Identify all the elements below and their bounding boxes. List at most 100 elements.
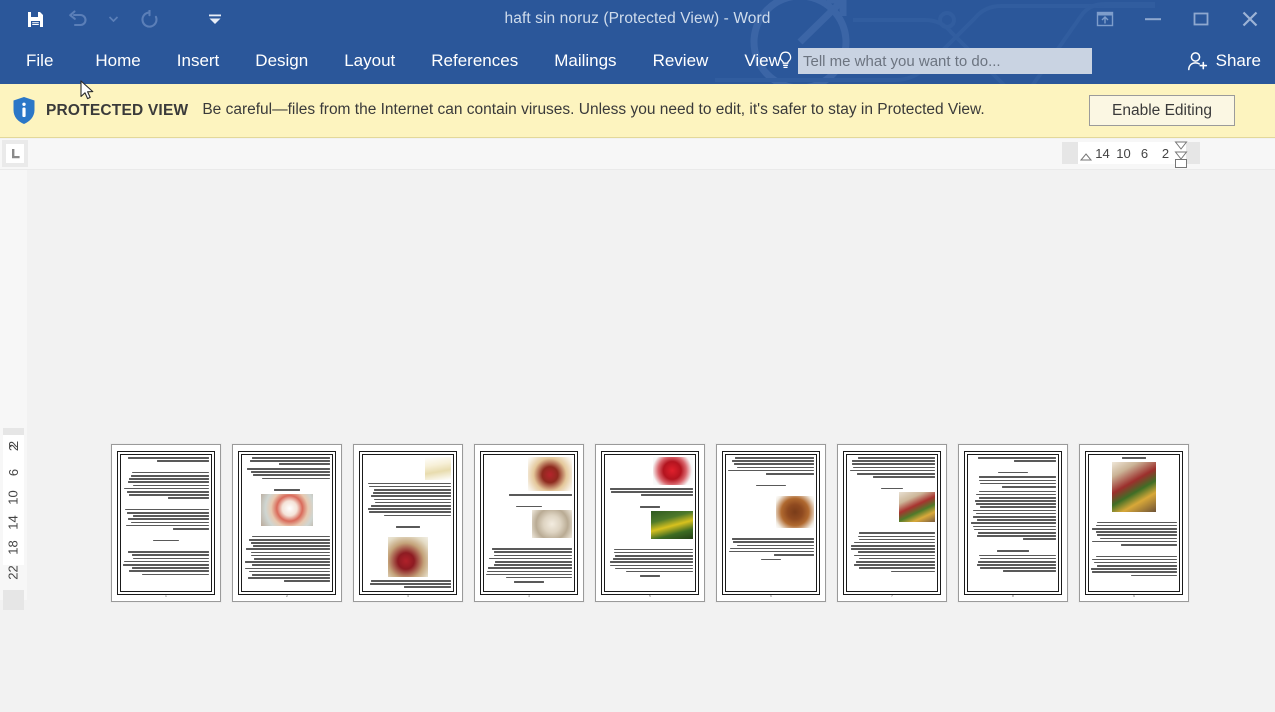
text-line <box>1091 558 1177 561</box>
text-paragraph <box>728 538 814 556</box>
text-paragraph <box>970 457 1056 462</box>
haft-sin-table-photo <box>899 492 935 523</box>
text-line <box>373 489 451 491</box>
text-paragraph <box>849 457 935 478</box>
tab-stop-selector-button[interactable] <box>2 140 28 167</box>
page-thumbnail[interactable]: 9 <box>1079 444 1189 602</box>
left-indent-marker[interactable] <box>1078 141 1094 167</box>
text-line <box>1022 538 1056 540</box>
text-line <box>978 560 1056 563</box>
first-line-indent-marker[interactable] <box>1172 140 1190 169</box>
horizontal-ruler[interactable]: 14 10 6 2 <box>0 139 1275 170</box>
share-button[interactable]: Share <box>1177 38 1275 84</box>
text-line <box>613 548 693 551</box>
text-line <box>487 570 572 573</box>
page-thumbnail[interactable]: 4 <box>474 444 584 602</box>
text-line <box>1091 527 1177 530</box>
tab-home[interactable]: Home <box>77 38 158 84</box>
text-line <box>737 466 814 469</box>
page-thumbnail[interactable]: 6 <box>716 444 826 602</box>
text-paragraph <box>244 457 330 465</box>
text-line <box>131 554 209 556</box>
enable-editing-button[interactable]: Enable Editing <box>1089 95 1235 126</box>
ruler-tick-6: 6 <box>1140 145 1149 161</box>
maximize-icon <box>1193 12 1209 26</box>
text-line <box>252 545 330 547</box>
tab-mailings[interactable]: Mailings <box>536 38 634 84</box>
info-shield-icon <box>10 96 38 125</box>
text-line <box>1130 574 1177 577</box>
tab-design[interactable]: Design <box>237 38 326 84</box>
text-paragraph <box>728 484 814 487</box>
protected-view-bar: PROTECTED VIEW Be careful—files from the… <box>0 84 1275 138</box>
tab-insert[interactable]: Insert <box>159 38 238 84</box>
text-line <box>975 500 1056 502</box>
minimize-button[interactable] <box>1129 0 1177 38</box>
page-thumbnail[interactable]: 5 <box>595 444 705 602</box>
text-line <box>128 551 209 553</box>
tell-me-input[interactable] <box>798 48 1092 74</box>
text-paragraph <box>365 580 451 588</box>
text-line <box>253 558 330 560</box>
vruler-tick-6: 6 <box>5 468 21 477</box>
page-number: 9 <box>1133 594 1135 598</box>
text-line <box>370 580 451 582</box>
haft-sin-table-large-photo <box>1112 461 1156 512</box>
tab-references[interactable]: References <box>413 38 536 84</box>
page-thumbnail[interactable]: 2 <box>232 444 342 602</box>
text-line <box>891 570 935 573</box>
text-line <box>614 567 693 570</box>
text-line <box>127 490 209 493</box>
page-thumbnail[interactable]: 1 <box>111 444 221 602</box>
text-line <box>881 487 903 490</box>
person-add-icon <box>1187 52 1207 71</box>
text-line <box>852 463 935 465</box>
text-line <box>252 474 330 476</box>
text-line <box>1094 561 1177 564</box>
text-line <box>734 457 814 459</box>
title-bar: haft sin noruz (Protected View) - Word <box>0 0 1275 38</box>
text-line <box>491 548 572 550</box>
text-paragraph <box>970 549 1056 552</box>
text-line <box>858 567 935 569</box>
redo-button[interactable] <box>128 3 170 35</box>
text-line <box>976 535 1056 537</box>
text-line <box>850 469 935 472</box>
ribbon-display-options-button[interactable] <box>1081 0 1129 38</box>
vruler-tick-22: 22 <box>6 565 21 580</box>
text-line <box>858 535 935 538</box>
text-line <box>251 573 330 576</box>
text-line <box>980 567 1056 569</box>
text-line <box>244 561 330 563</box>
tab-layout[interactable]: Layout <box>326 38 413 84</box>
page-thumbnail[interactable]: 8 <box>958 444 1068 602</box>
save-button[interactable] <box>14 3 56 35</box>
vruler-tick-18: 18 <box>6 540 21 555</box>
page-content <box>607 457 693 588</box>
ribbon-tabs: File Home Insert Design Layout Reference… <box>0 38 799 84</box>
page-number: 1 <box>165 594 167 598</box>
ruler-tick-14: 14 <box>1095 145 1110 161</box>
window-controls <box>1081 0 1275 38</box>
page-number: 2 <box>286 594 288 598</box>
undo-dropdown-button[interactable] <box>98 3 128 35</box>
tab-file[interactable]: File <box>0 38 77 84</box>
document-canvas[interactable]: 1 2 3 4 5 6 7 8 9 <box>27 170 1275 712</box>
page-content <box>365 457 451 588</box>
text-line <box>274 489 300 491</box>
maximize-button[interactable] <box>1177 0 1225 38</box>
text-line <box>850 548 935 550</box>
text-line <box>733 541 814 543</box>
page-thumbnail[interactable]: 3 <box>353 444 463 602</box>
page-thumbnail[interactable]: 7 <box>837 444 947 602</box>
vertical-ruler[interactable]: 2 2 6 10 14 18 22 <box>0 170 27 610</box>
close-button[interactable] <box>1225 0 1275 38</box>
customize-quick-access-toolbar-button[interactable] <box>194 3 236 35</box>
vruler-tick-10: 10 <box>6 490 21 505</box>
page-number: 3 <box>407 594 409 598</box>
tab-review[interactable]: Review <box>635 38 727 84</box>
undo-button[interactable] <box>56 3 98 35</box>
text-line <box>856 561 935 563</box>
text-paragraph <box>365 482 451 517</box>
text-line <box>625 570 693 573</box>
